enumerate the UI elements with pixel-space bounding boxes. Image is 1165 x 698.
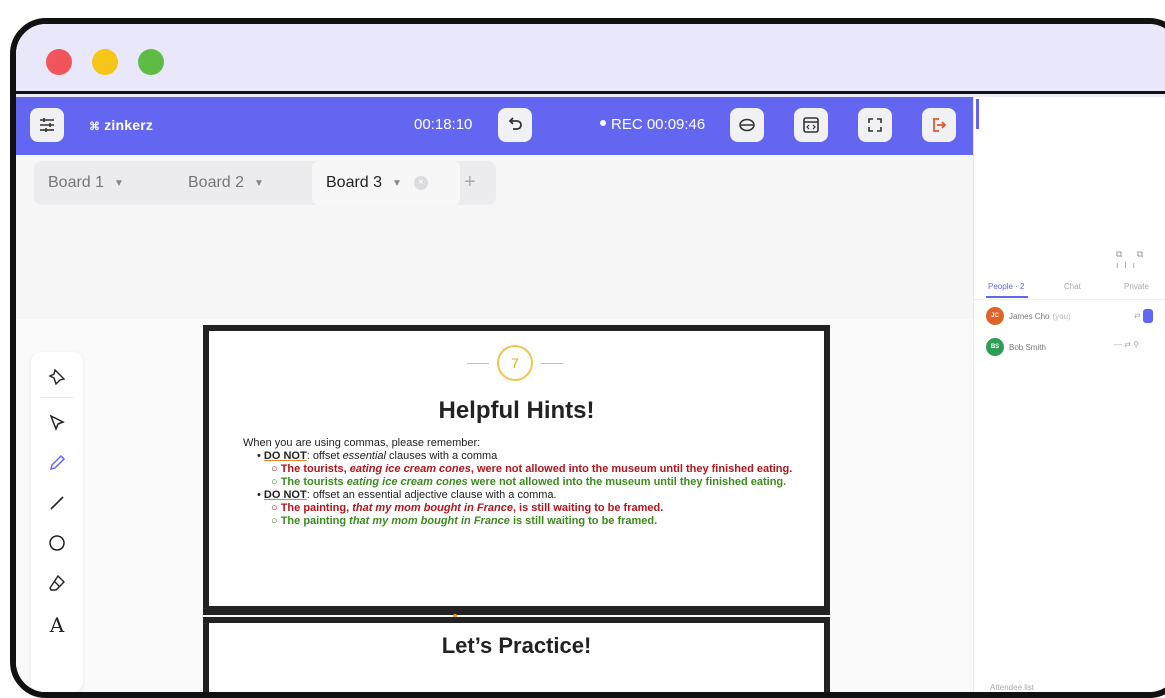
line-icon bbox=[50, 496, 64, 510]
circle-tool[interactable] bbox=[44, 530, 70, 556]
pin-icon bbox=[48, 368, 66, 386]
avatar: JC bbox=[986, 307, 1004, 325]
board-tabs: Board 1 ▼ Board 2 ▼ Board 3 ▼ × + bbox=[34, 161, 496, 205]
close-tab-icon[interactable]: × bbox=[413, 176, 428, 190]
sliders-icon bbox=[40, 118, 54, 132]
recording-indicator: REC 00:09:46 bbox=[600, 116, 705, 133]
settings-button[interactable] bbox=[30, 108, 64, 142]
pin-tool[interactable] bbox=[44, 364, 70, 390]
select-tool[interactable] bbox=[44, 410, 70, 436]
slide-lets-practice: Let’s Practice! bbox=[203, 617, 830, 692]
rule-item: • DO NOT: offset essential clauses with … bbox=[257, 450, 498, 462]
tab-board-1[interactable]: Board 1 ▼ bbox=[48, 161, 124, 205]
tab-board-2[interactable]: Board 2 ▼ bbox=[188, 161, 264, 205]
select-icon bbox=[49, 414, 65, 432]
mic-toggle[interactable] bbox=[1142, 309, 1153, 323]
hints-list: When you are using commas, please rememb… bbox=[243, 437, 814, 528]
slide-title: Let’s Practice! bbox=[441, 633, 592, 658]
toolbar-divider bbox=[41, 397, 73, 398]
tab-board-3[interactable]: Board 3 ▼ × bbox=[312, 161, 460, 205]
incorrect-example: ○ The tourists, eating ice cream cones, … bbox=[271, 463, 793, 475]
leave-session-button[interactable] bbox=[922, 108, 956, 142]
tab-private[interactable]: Private bbox=[1124, 282, 1149, 291]
add-board-button[interactable]: + bbox=[464, 171, 476, 194]
active-tab-underline bbox=[986, 296, 1028, 298]
expand-icon bbox=[868, 118, 882, 132]
participant-james-cho[interactable]: JC James Cho (you) bbox=[986, 306, 1071, 326]
embed-code-button[interactable] bbox=[794, 108, 828, 142]
participant-controls[interactable]: — ⇄ ⚲ bbox=[1114, 340, 1139, 349]
record-dot-icon bbox=[600, 120, 606, 127]
sidebar-action-icons[interactable]: ⧉ ⧉ ılı bbox=[1116, 249, 1165, 270]
participant-controls[interactable]: ⇄ bbox=[1134, 309, 1153, 323]
sidebar-tabs: People · 2 Chat Private bbox=[974, 274, 1165, 300]
text-tool[interactable]: A bbox=[44, 612, 70, 638]
correct-example: ○ The painting that my mom bought in Fra… bbox=[271, 515, 658, 527]
code-window-icon bbox=[803, 117, 819, 133]
window-minimize-button[interactable] bbox=[92, 49, 118, 75]
avatar: BS bbox=[986, 338, 1004, 356]
zinkerz-logo: ⌘ zinkerz bbox=[89, 117, 154, 133]
chevron-down-icon[interactable]: ▼ bbox=[114, 178, 124, 189]
slide-title: Helpful Hints! bbox=[438, 397, 595, 424]
participant-bob-smith[interactable]: BS Bob Smith bbox=[986, 337, 1046, 357]
slide-number-badge: 7 bbox=[467, 345, 567, 381]
window-close-button[interactable] bbox=[46, 49, 72, 75]
incorrect-example: ○ The painting, that my mom bought in Fr… bbox=[271, 502, 664, 514]
pen-icon bbox=[49, 454, 66, 471]
eraser-icon bbox=[49, 574, 65, 591]
pen-tool[interactable] bbox=[44, 450, 70, 476]
window-maximize-button[interactable] bbox=[138, 49, 164, 75]
undo-button[interactable] bbox=[498, 108, 532, 142]
correct-example: ○ The tourists eating ice cream cones we… bbox=[271, 476, 787, 488]
whiteboard-main: ⌘ zinkerz 00:18:10 REC 00:09:46 Board 1 ▼ … bbox=[16, 97, 973, 692]
drawing-toolbar: A bbox=[31, 352, 83, 692]
eraser-tool[interactable] bbox=[44, 570, 70, 596]
line-tool[interactable] bbox=[44, 490, 70, 516]
tab-chat[interactable]: Chat bbox=[1064, 282, 1081, 291]
tab-people[interactable]: People · 2 bbox=[988, 282, 1024, 291]
badge-line-right bbox=[541, 363, 563, 364]
rule-item: • DO NOT: offset an essential adjective … bbox=[257, 489, 557, 501]
exit-icon bbox=[933, 118, 947, 132]
participants-sidebar: ⧉ ⧉ ılı People · 2 Chat Private JC James… bbox=[973, 97, 1165, 692]
device-frame: ⌘ zinkerz 00:18:10 REC 00:09:46 Board 1 ▼ … bbox=[10, 18, 1165, 698]
fullscreen-button[interactable] bbox=[858, 108, 892, 142]
screen-share-button[interactable] bbox=[730, 108, 764, 142]
chevron-down-icon[interactable]: ▼ bbox=[254, 178, 264, 189]
chevron-down-icon[interactable]: ▼ bbox=[392, 178, 402, 189]
session-timer: 00:18:10 bbox=[414, 116, 473, 133]
circle-icon bbox=[49, 535, 65, 551]
sidebar-footer: Attendee list bbox=[990, 683, 1035, 692]
undo-icon bbox=[508, 117, 522, 130]
badge-line-left bbox=[467, 363, 489, 364]
window-titlebar bbox=[16, 24, 1165, 94]
top-bar: ⌘ zinkerz 00:18:10 REC 00:09:46 bbox=[16, 97, 973, 155]
slide-helpful-hints: 7 Helpful Hints! When you are using comm… bbox=[203, 325, 830, 615]
sidebar-scrollbar[interactable] bbox=[976, 99, 979, 129]
text-icon: A bbox=[49, 613, 65, 637]
hints-intro: When you are using commas, please rememb… bbox=[243, 437, 481, 449]
screen-share-icon bbox=[739, 118, 755, 132]
